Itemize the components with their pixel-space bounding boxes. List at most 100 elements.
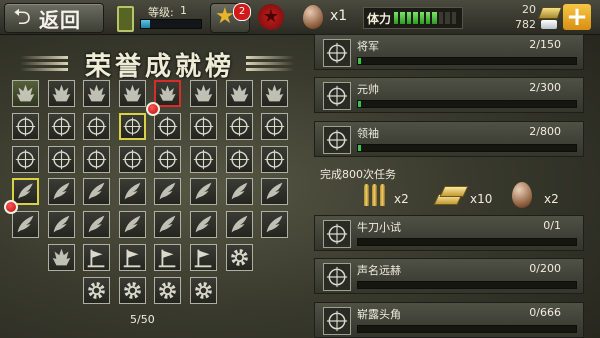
achievement-slot-wing[interactable] [12,211,39,239]
achievement-slot-gear[interactable] [225,244,253,271]
achievement-slot-flag[interactable] [154,244,182,271]
crosshair-icon [323,82,351,110]
achievement-slot-wing[interactable] [225,211,253,239]
achievement-slot-target[interactable] [261,112,289,140]
achievement-slot-target[interactable] [118,145,146,173]
achievement-slot-target[interactable] [12,145,39,173]
add-resource-button[interactable]: + [563,4,591,30]
red-star-icon[interactable]: ★ [258,4,284,30]
task-row[interactable]: 将军 2/150 [314,34,584,70]
achievement-slot-target[interactable] [190,145,217,173]
achievement-slot-gear[interactable] [83,276,111,304]
achievement-slot-wing[interactable] [83,211,111,239]
achievement-slot-wing[interactable] [261,211,289,239]
achievement-slot-flag[interactable] [190,244,217,271]
left-wings-icon [20,56,68,72]
achievement-slot-target[interactable] [190,112,217,140]
task-name: 声名远赫 [357,264,401,277]
bullets-icon [364,184,388,206]
achievement-slot-flame[interactable] [118,80,146,107]
achievement-slot-wing[interactable] [118,178,146,206]
gold-bar-icon [537,7,563,19]
gold-bars-icon [432,186,469,205]
achievement-slot-wing[interactable] [225,178,253,206]
stamina-segment [419,12,425,24]
task-name: 崭露头角 [357,308,401,321]
achievement-slot-target[interactable] [83,145,111,173]
task-row[interactable]: 牛刀小试 0/1 [314,215,584,251]
crosshair-icon [323,307,351,335]
notification-badge: 2 [233,3,251,21]
crosshair-icon [323,220,351,248]
gold-star-icon: ★ [215,4,235,29]
task-progress-bar [357,238,577,246]
achievement-slot-gear[interactable] [190,276,217,304]
achievement-slot-flame[interactable] [47,244,75,271]
achievement-slot-wing[interactable] [154,178,182,206]
achievement-slot-target[interactable] [225,112,253,140]
task-row[interactable]: 领袖 2/800 [314,121,584,157]
stamina-segment [432,12,437,24]
achievement-slot-flame[interactable] [154,80,182,107]
achievement-slot-target[interactable] [118,112,146,140]
task-progress-fill [358,58,362,64]
achievement-slot-wing[interactable] [154,211,182,239]
task-name: 牛刀小试 [357,221,401,234]
task-name: 领袖 [357,127,379,140]
task-row[interactable]: 崭露头角 0/666 [314,302,584,338]
achievement-slot-gear[interactable] [118,276,146,304]
task-progress-fill [358,145,362,151]
achievement-slot-wing[interactable] [118,211,146,239]
page-indicator: 5/50 [130,313,155,326]
achievement-slot-wing[interactable] [47,211,75,239]
task-progress-bar [357,57,577,65]
achievement-slot-target[interactable] [154,145,182,173]
achievement-slot-target[interactable] [154,112,182,140]
achievement-slot-target[interactable] [83,112,111,140]
achievement-slot-wing[interactable] [261,178,289,206]
achievement-slot-wing[interactable] [83,178,111,206]
resource-bottom-count: 782 [515,18,536,31]
task-progress: 0/200 [529,262,561,275]
resource-top-count: 20 [522,3,536,16]
back-button[interactable]: ⮌ 返回 [4,3,104,33]
achievement-slot-target[interactable] [47,145,75,173]
task-progress: 0/1 [543,219,561,232]
reward-bullets-count: x2 [394,192,409,206]
task-progress: 2/300 [529,81,561,94]
reward-title: 完成800次任务 [320,168,396,181]
achievement-slot-flame[interactable] [190,80,217,107]
achievement-slot-flame[interactable] [12,80,39,107]
achievement-slot-flame[interactable] [225,80,253,107]
achievement-slot-flag[interactable] [83,244,111,271]
task-row[interactable]: 元帅 2/300 [314,77,584,113]
achievement-slot-wing[interactable] [190,211,217,239]
task-name: 元帅 [357,83,379,96]
achievement-slot-flame[interactable] [261,80,289,107]
stamina-segment [445,12,450,24]
level-label: 等级: [148,6,174,19]
silver-bar-icon [541,20,557,29]
achievement-slot-wing[interactable] [47,178,75,206]
achievement-slot-target[interactable] [12,112,39,140]
achievement-slot-flag[interactable] [118,244,146,271]
achievement-slot-flame[interactable] [47,80,75,107]
stamina-segment [406,12,412,24]
phone-icon[interactable] [117,6,134,32]
achievement-slot-target[interactable] [225,145,253,173]
right-wings-icon [246,56,294,72]
reward-egg-icon [512,182,532,208]
level-progress-bar [140,19,202,29]
achievement-slot-target[interactable] [261,145,289,173]
achievement-slot-wing[interactable] [190,178,217,206]
egg-icon [303,5,323,29]
achievement-slot-target[interactable] [47,112,75,140]
achievement-slot-flame[interactable] [83,80,111,107]
task-row[interactable]: 声名远赫 0/200 [314,258,584,294]
title-banner: 荣誉成就榜 [16,46,298,82]
stamina-segment [426,12,431,24]
achievement-slot-gear[interactable] [154,276,182,304]
task-name: 将军 [357,40,379,53]
task-progress-bar [357,144,577,152]
achievement-grid [4,80,298,310]
